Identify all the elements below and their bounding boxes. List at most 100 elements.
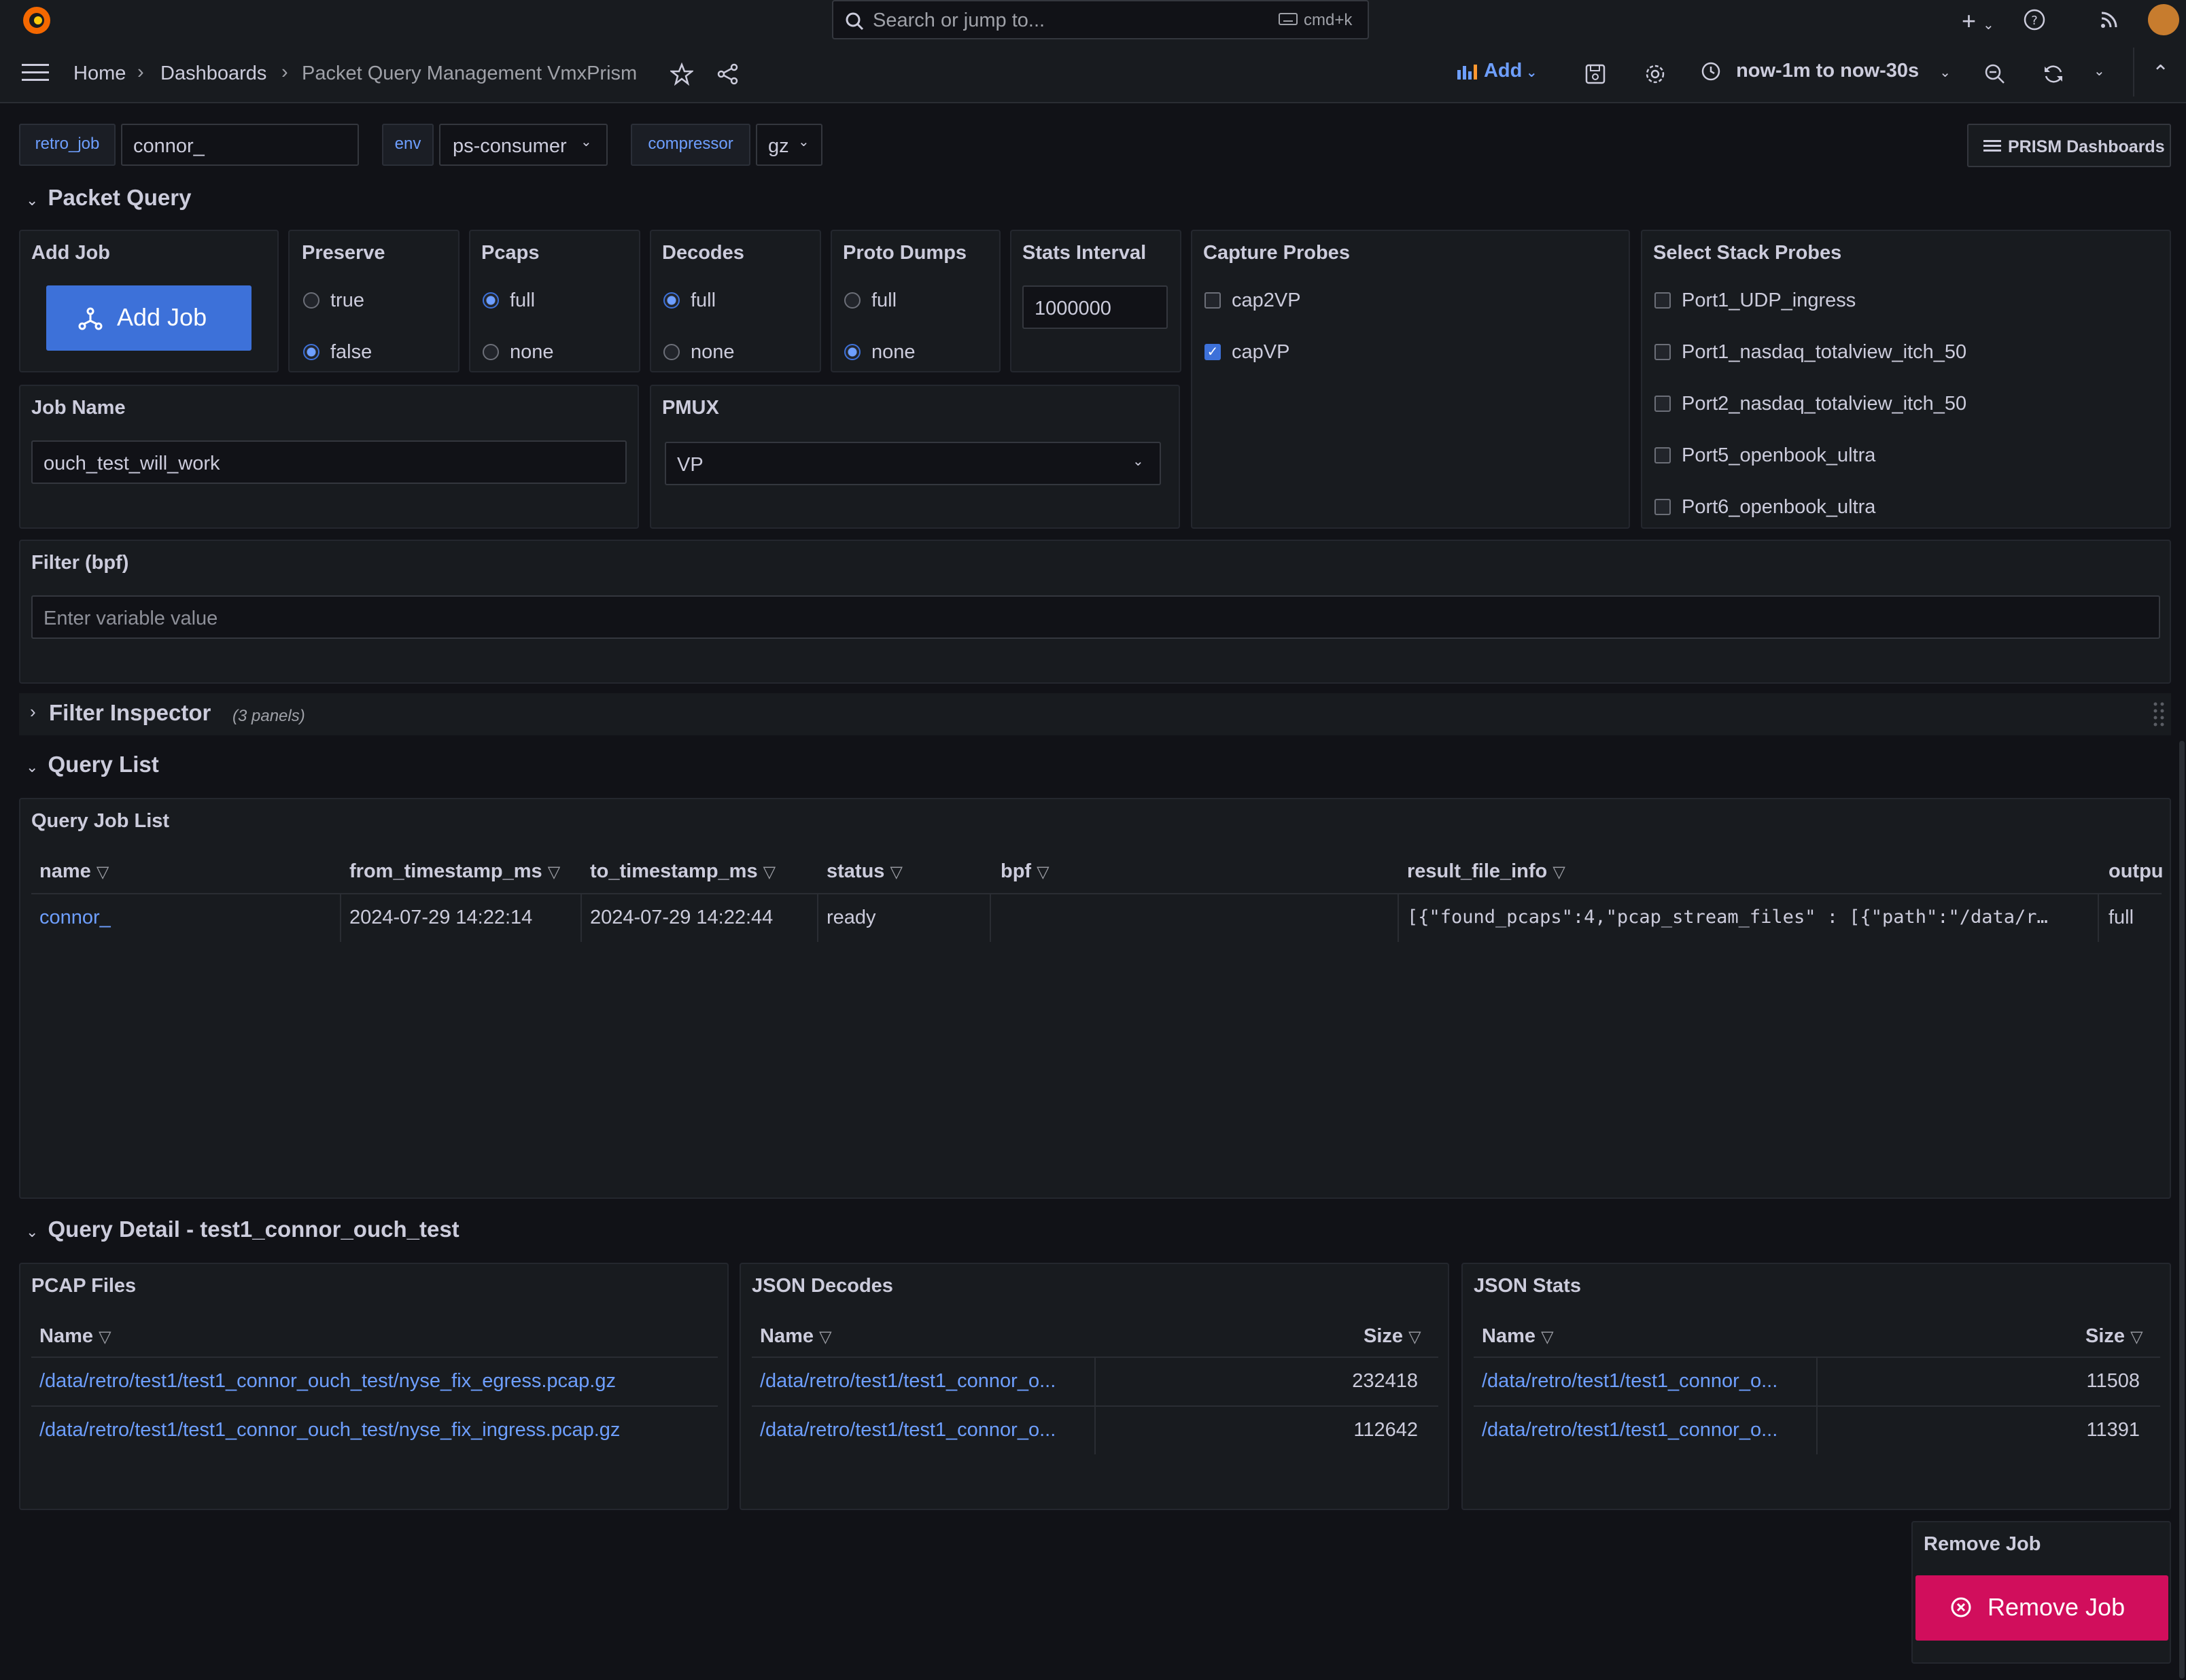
refresh-interval-chevron-icon[interactable]: ⌄	[2094, 63, 2105, 80]
settings-gear-icon[interactable]	[1644, 63, 1667, 86]
star-icon[interactable]	[669, 62, 695, 86]
column-separator	[580, 894, 582, 942]
pcaps-full-label: full	[510, 290, 536, 311]
cell-output: full	[2109, 907, 2134, 928]
var-label-compressor: compressor	[631, 124, 750, 166]
news-feed-icon[interactable]	[2098, 8, 2121, 31]
capture-probe-cap2vp-checkbox[interactable]	[1204, 292, 1221, 309]
section-filter-inspector[interactable]: › Filter Inspector (3 panels)	[19, 693, 2171, 735]
json-stats-panel: JSON Stats Name ▽ Size ▽ /data/retro/tes…	[1461, 1263, 2171, 1510]
column-header-name[interactable]: Name ▽	[760, 1325, 832, 1348]
pmux-select[interactable]: VP ⌄	[665, 442, 1161, 485]
proto-dumps-none-radio[interactable]	[844, 344, 861, 360]
zoom-out-icon[interactable]	[1983, 63, 2007, 86]
compressor-select[interactable]: gz ⌄	[756, 124, 822, 166]
new-menu-plus-icon[interactable]: + ⌄	[1962, 7, 2002, 35]
capture-probe-capvp-checkbox[interactable]: ✓	[1204, 344, 1221, 360]
pcap-file-link[interactable]: /data/retro/test1/test1_connor_ouch_test…	[39, 1370, 616, 1393]
help-icon[interactable]: ?	[2023, 8, 2046, 31]
row-separator	[1474, 1405, 2160, 1407]
filter-icon[interactable]: ▽	[819, 1328, 831, 1346]
table-row[interactable]: connor_ 2024-07-29 14:22:14 2024-07-29 1…	[31, 894, 2162, 942]
column-header-name[interactable]: Name ▽	[39, 1325, 111, 1348]
chevron-down-icon: ⌄	[26, 1223, 39, 1240]
collapse-nav-chevron-up-icon[interactable]: ⌃	[2152, 61, 2169, 85]
menu-hamburger-icon[interactable]	[22, 61, 49, 84]
save-dashboard-icon[interactable]	[1584, 63, 1607, 86]
json-stat-link[interactable]: /data/retro/test1/test1_connor_o...	[1482, 1419, 1777, 1441]
stack-probe-checkbox[interactable]	[1654, 344, 1671, 360]
json-stat-link[interactable]: /data/retro/test1/test1_connor_o...	[1482, 1370, 1777, 1393]
panel-count: (3 panels)	[232, 707, 305, 725]
list-icon	[1983, 136, 2002, 155]
refresh-icon[interactable]	[2042, 63, 2065, 86]
stack-probe-checkbox[interactable]	[1654, 499, 1671, 515]
column-header-from[interactable]: from_timestamp_ms ▽	[349, 860, 560, 883]
stack-probe-checkbox[interactable]	[1654, 396, 1671, 412]
search-shortcut: cmd+k	[1304, 11, 1353, 29]
column-header-to[interactable]: to_timestamp_ms ▽	[590, 860, 776, 883]
column-header-status[interactable]: status ▽	[827, 860, 903, 883]
filter-icon[interactable]: ▽	[890, 863, 902, 881]
column-header-name[interactable]: name ▽	[39, 860, 109, 883]
capture-probe-label: capVP	[1232, 341, 1290, 363]
column-header-size[interactable]: Size ▽	[1364, 1325, 1421, 1348]
proto-dumps-full-radio[interactable]	[844, 292, 861, 309]
retro-job-input[interactable]: connor_	[121, 124, 359, 166]
search-bar[interactable]: Search or jump to... cmd+k	[832, 0, 1369, 39]
column-header-bpf[interactable]: bpf ▽	[1001, 860, 1049, 883]
column-header-result-file-info[interactable]: result_file_info ▽	[1407, 860, 1565, 883]
filter-icon[interactable]: ▽	[1541, 1328, 1553, 1346]
stack-probe-checkbox[interactable]	[1654, 292, 1671, 309]
prism-dashboards-button[interactable]: PRISM Dashboards	[1967, 124, 2171, 167]
time-range-picker[interactable]: now-1m to now-30s ⌄	[1701, 60, 1959, 88]
json-decode-link[interactable]: /data/retro/test1/test1_connor_o...	[760, 1370, 1056, 1393]
remove-job-button[interactable]: Remove Job	[1915, 1575, 2168, 1641]
column-header-name[interactable]: Name ▽	[1482, 1325, 1554, 1348]
decodes-full-radio[interactable]	[663, 292, 680, 309]
breadcrumb-dashboards[interactable]: Dashboards	[160, 63, 266, 85]
add-job-button[interactable]: Add Job	[46, 285, 251, 351]
filter-icon[interactable]: ▽	[548, 863, 560, 881]
filter-bpf-input[interactable]: Enter variable value	[31, 595, 2160, 639]
column-header-size[interactable]: Size ▽	[2085, 1325, 2143, 1348]
drag-handle-icon[interactable]	[2152, 700, 2166, 727]
section-query-list[interactable]: ⌄ Query List	[26, 752, 434, 780]
job-name-link[interactable]: connor_	[39, 907, 111, 929]
section-query-detail[interactable]: ⌄ Query Detail - test1_connor_ouch_test	[26, 1217, 842, 1245]
header-separator	[31, 1357, 718, 1358]
chevron-down-icon: ⌄	[1939, 65, 1951, 80]
page-scrollbar[interactable]	[2179, 741, 2185, 1679]
filter-icon[interactable]: ▽	[1408, 1328, 1421, 1346]
preserve-false-radio[interactable]	[303, 344, 319, 360]
filter-icon[interactable]: ▽	[2130, 1328, 2142, 1346]
breadcrumb-home[interactable]: Home	[73, 63, 126, 85]
stack-probe-label: Port1_UDP_ingress	[1682, 290, 1856, 311]
section-packet-query[interactable]: ⌄ Packet Query	[26, 185, 393, 213]
grafana-logo-icon[interactable]	[20, 4, 53, 37]
stats-interval-panel: Stats Interval 1000000	[1010, 230, 1181, 372]
pcaps-full-radio[interactable]	[483, 292, 499, 309]
decodes-none-radio[interactable]	[663, 344, 680, 360]
column-header-output[interactable]: outpu	[2109, 860, 2164, 883]
filter-icon[interactable]: ▽	[1552, 863, 1565, 881]
pmux-panel: PMUX VP ⌄	[650, 385, 1180, 529]
filter-icon[interactable]: ▽	[763, 863, 776, 881]
filter-icon[interactable]: ▽	[97, 863, 109, 881]
cell-from: 2024-07-29 14:22:14	[349, 907, 533, 928]
user-avatar[interactable]	[2148, 4, 2179, 35]
add-panel-button[interactable]: Add ⌄	[1456, 60, 1551, 88]
pcap-file-link[interactable]: /data/retro/test1/test1_connor_ouch_test…	[39, 1419, 620, 1441]
pcaps-none-radio[interactable]	[483, 344, 499, 360]
share-icon[interactable]	[716, 63, 740, 86]
preserve-true-radio[interactable]	[303, 292, 319, 309]
stats-interval-input[interactable]: 1000000	[1022, 285, 1168, 329]
json-decode-size: 232418	[1352, 1370, 1418, 1392]
filter-icon[interactable]: ▽	[99, 1328, 111, 1346]
stack-probe-checkbox[interactable]	[1654, 447, 1671, 463]
preserve-true-label: true	[330, 290, 364, 311]
json-decode-link[interactable]: /data/retro/test1/test1_connor_o...	[760, 1419, 1056, 1441]
env-select[interactable]: ps-consumer ⌄	[439, 124, 608, 166]
filter-icon[interactable]: ▽	[1037, 863, 1049, 881]
job-name-input[interactable]: ouch_test_will_work	[31, 440, 627, 484]
